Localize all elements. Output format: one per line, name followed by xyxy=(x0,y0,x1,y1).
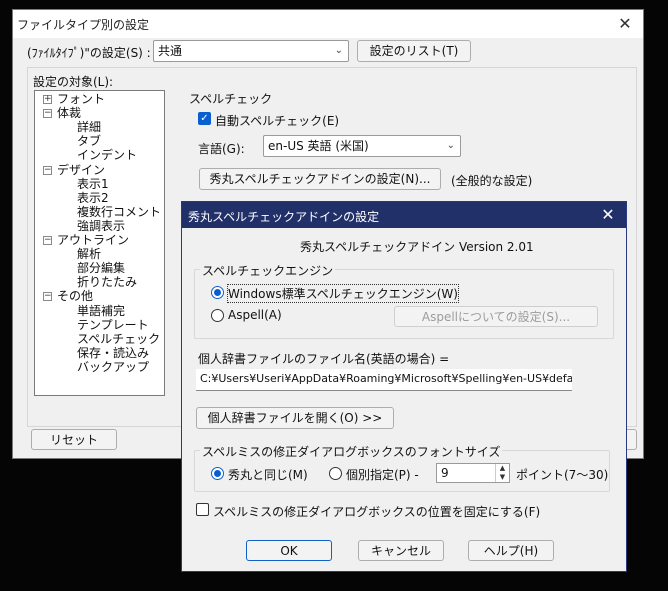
engine-groupbox xyxy=(194,269,614,339)
tree-item[interactable]: 部分編集 xyxy=(77,262,125,275)
engine-windows-label: Windows標準スペルチェックエンジン(W) xyxy=(227,284,459,303)
target-label: 設定の対象(L): xyxy=(33,75,114,89)
settings-list-button[interactable]: 設定のリスト(T) xyxy=(357,40,471,62)
tree-item[interactable]: 単語補完 xyxy=(77,304,125,318)
settings-tree[interactable]: + フォント − 体裁 詳細 タブ インデント − デザイン 表示1 表示2 複数行コメント 強調表示 −… xyxy=(34,90,165,396)
window-title: ファイルタイプ別の設定 xyxy=(17,18,150,32)
language-label: 言語(G): xyxy=(198,142,245,156)
close-icon[interactable]: ✕ xyxy=(613,13,637,35)
font-same-label: 秀丸と同じ(M) xyxy=(228,468,308,482)
tree-item[interactable]: 強調表示 xyxy=(77,219,125,233)
chevron-down-icon: ⌄ xyxy=(334,45,343,56)
spellcheck-addin-dialog: 秀丸スペルチェックアドインの設定 ✕ 秀丸スペルチェックアドイン Version… xyxy=(181,201,627,572)
reset-button[interactable]: リセット xyxy=(31,429,117,450)
version-text: 秀丸スペルチェックアドイン Version 2.01 xyxy=(300,240,534,254)
spellcheck-section-title: スペルチェック xyxy=(189,92,273,106)
auto-spellcheck-checkbox[interactable]: ✓ xyxy=(198,112,211,125)
tree-collapse-icon[interactable]: − xyxy=(43,236,52,245)
tree-expand-icon[interactable]: + xyxy=(43,95,52,104)
tree-item[interactable]: 保存・読込み xyxy=(77,346,149,360)
tree-item[interactable]: フォント xyxy=(57,93,105,106)
tree-item[interactable]: スペルチェック xyxy=(77,332,160,346)
tree-item[interactable]: 複数行コメント xyxy=(77,205,161,219)
engine-windows-radio[interactable] xyxy=(211,286,224,299)
font-unit-label: ポイント(7〜30) xyxy=(516,468,609,482)
tree-item[interactable]: 表示2 xyxy=(77,191,109,205)
tree-collapse-icon[interactable]: − xyxy=(43,165,52,175)
tree-item[interactable]: 解析 xyxy=(77,248,101,261)
dict-path-field[interactable]: C:¥Users¥Useri¥AppData¥Roaming¥Microsoft… xyxy=(196,369,572,391)
font-size-group-title: スペルミスの修正ダイアログボックスのフォントサイズ xyxy=(200,443,503,460)
tree-item[interactable]: デザイン xyxy=(57,163,105,177)
auto-spellcheck-label: 自動スペルチェック(E) xyxy=(215,114,340,128)
engine-aspell-radio[interactable] xyxy=(211,309,224,322)
addin-settings-button[interactable]: 秀丸スペルチェックアドインの設定(N)... xyxy=(199,168,441,190)
close-icon[interactable]: ✕ xyxy=(596,204,620,226)
filetype-value: 共通 xyxy=(158,44,183,58)
tree-item[interactable]: 表示1 xyxy=(77,177,109,191)
font-size-value: 9 xyxy=(441,466,449,480)
dict-file-label: 個人辞書ファイルのファイル名(英語の場合) = xyxy=(198,352,450,366)
font-custom-radio[interactable] xyxy=(329,467,342,480)
aspell-settings-button[interactable]: Aspellについての設定(S)... xyxy=(394,306,598,327)
engine-group-title: スペルチェックエンジン xyxy=(200,262,336,279)
help-button[interactable]: ヘルプ(H) xyxy=(468,540,554,561)
tree-item[interactable]: 折りたたみ xyxy=(77,276,137,289)
font-custom-label: 個別指定(P) - xyxy=(346,468,419,482)
font-size-spinner[interactable]: 9 ▲ ▼ xyxy=(436,463,510,483)
title-bar: ファイルタイプ別の設定 ✕ xyxy=(13,10,643,38)
ok-button[interactable]: OK xyxy=(246,540,332,561)
fix-position-label: スペルミスの修正ダイアログボックスの位置を固定にする(F) xyxy=(213,505,541,519)
font-same-radio[interactable] xyxy=(211,467,224,480)
language-combo[interactable]: en-US 英語 (米国) ⌄ xyxy=(263,135,461,157)
tree-item[interactable]: テンプレート xyxy=(77,318,149,332)
dialog-title: 秀丸スペルチェックアドインの設定 xyxy=(188,210,380,224)
tree-item[interactable]: 詳細 xyxy=(77,121,101,134)
cancel-button[interactable]: キャンセル xyxy=(358,540,444,561)
engine-aspell-label: Aspell(A) xyxy=(228,308,282,322)
language-value: en-US 英語 (米国) xyxy=(268,139,369,153)
spinner-arrows-icon[interactable]: ▲ ▼ xyxy=(495,464,509,482)
chevron-down-icon: ⌄ xyxy=(446,140,455,151)
tree-item[interactable]: バックアップ xyxy=(77,360,149,374)
tree-collapse-icon[interactable]: − xyxy=(43,109,52,119)
tree-collapse-icon[interactable]: − xyxy=(43,292,52,302)
checkmark-icon: ✓ xyxy=(200,113,209,124)
filetype-label: (ﾌｧｲﾙﾀｲﾌﾟ)"の設定(S) : xyxy=(27,46,151,60)
general-settings-note: (全般的な設定) xyxy=(451,174,533,188)
tree-item[interactable]: アウトライン xyxy=(57,234,129,247)
tree-item[interactable]: インデント xyxy=(77,149,137,162)
tree-item[interactable]: タブ xyxy=(77,135,101,148)
filetype-combo[interactable]: 共通 ⌄ xyxy=(153,40,349,62)
tree-item[interactable]: その他 xyxy=(57,290,93,303)
tree-item[interactable]: 体裁 xyxy=(57,107,81,120)
open-dict-button[interactable]: 個人辞書ファイルを開く(O) >> xyxy=(196,407,394,429)
fix-position-checkbox[interactable] xyxy=(196,503,209,516)
dialog-title-bar: 秀丸スペルチェックアドインの設定 ✕ xyxy=(182,202,626,228)
